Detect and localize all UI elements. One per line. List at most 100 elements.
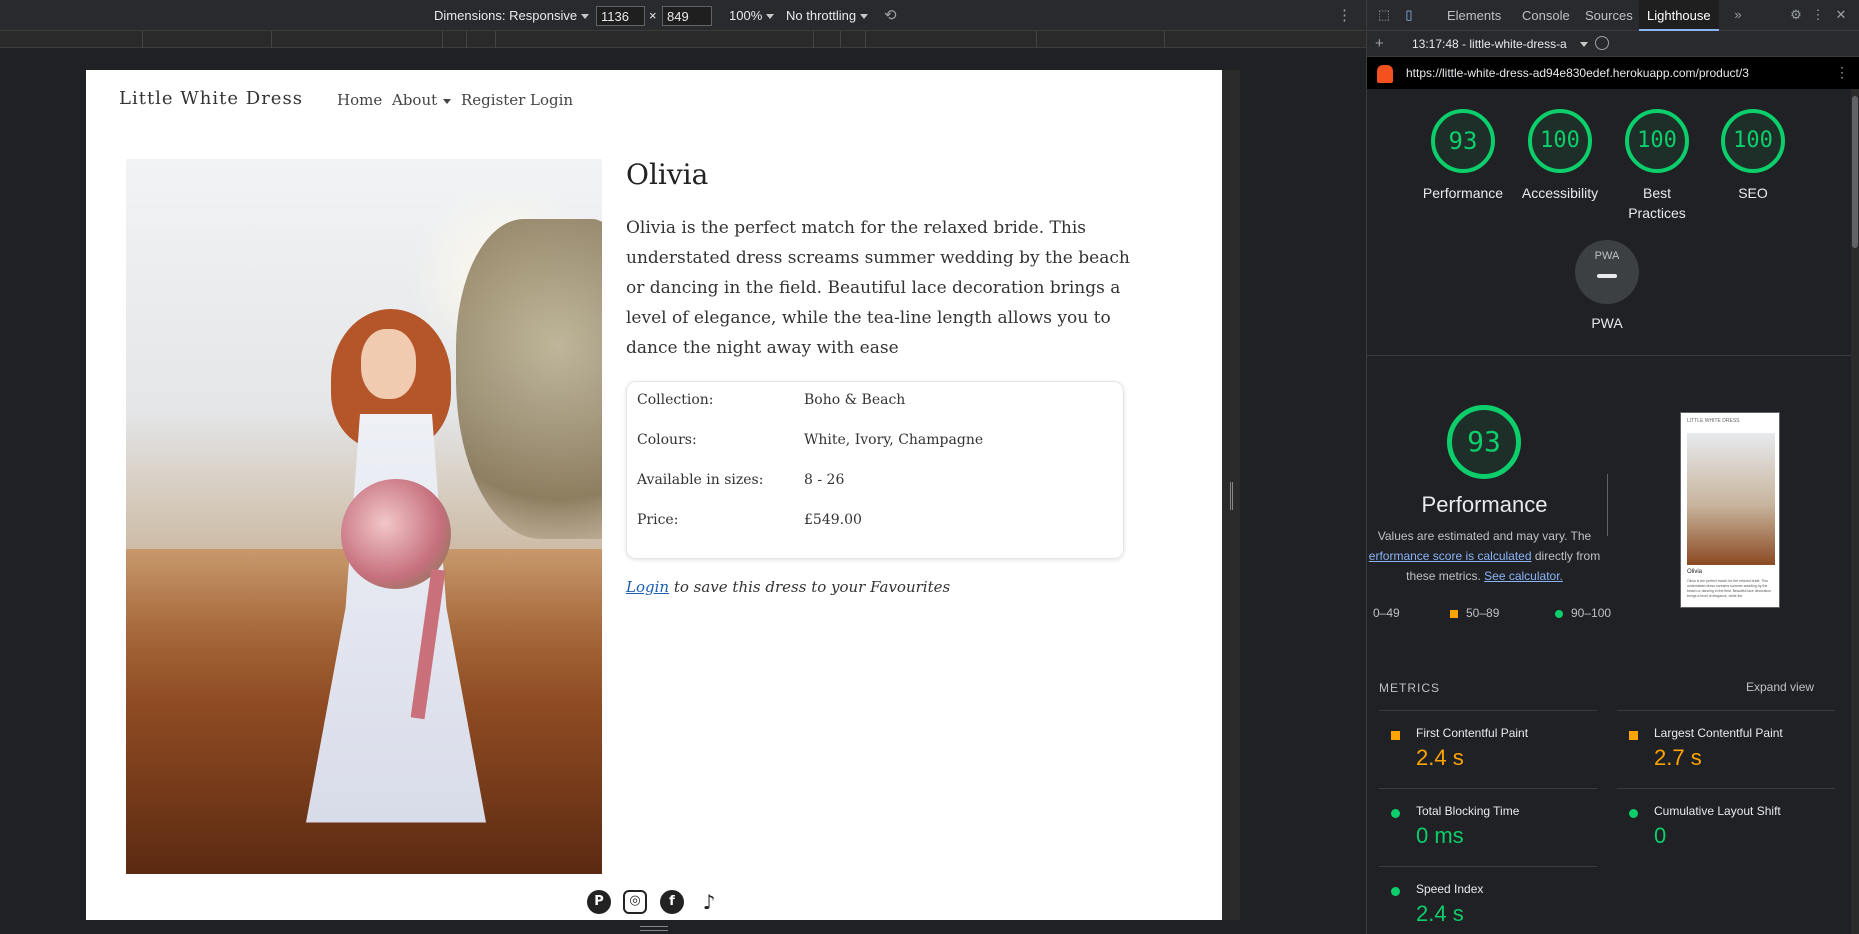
product-spec-card: Collection: Boho & Beach Colours: White,… [626, 381, 1124, 559]
report-url[interactable]: https://little-white-dress-ad94e830edef.… [1406, 66, 1749, 80]
metric-fcp: First Contentful Paint 2.4 s [1379, 710, 1597, 788]
thumbnail-title: Olivia [1687, 569, 1703, 575]
clear-icon[interactable] [1595, 36, 1609, 50]
more-options-icon[interactable]: ⋮ [1337, 6, 1352, 24]
spec-value-price: £549.00 [804, 512, 862, 528]
gear-icon[interactable]: ⚙ [1789, 8, 1803, 22]
chevron-down-icon [860, 14, 869, 20]
site-brand[interactable]: Little White Dress [119, 88, 303, 109]
zoom-dropdown[interactable]: 100% [729, 8, 775, 23]
lighthouse-scrollbar-thumb[interactable] [1852, 96, 1858, 248]
lighthouse-logo-icon [1377, 65, 1393, 83]
score-calculation-link[interactable]: erformance score is calculated [1369, 549, 1532, 563]
height-input[interactable]: 849 [662, 6, 712, 26]
legend-average: 50–89 [1450, 606, 1499, 620]
legend-fail: 0–49 [1373, 606, 1400, 620]
tab-elements[interactable]: Elements [1439, 0, 1509, 31]
chevron-down-icon [766, 14, 775, 20]
score-gauge-accessibility[interactable]: 100 [1528, 109, 1592, 173]
pass-status-icon [1391, 809, 1400, 818]
legend-pass-label: 90–100 [1571, 606, 1612, 620]
pass-status-icon [1391, 887, 1400, 896]
score-label-accessibility: Accessibility [1521, 185, 1599, 201]
more-options-icon[interactable]: ⋮ [1835, 64, 1849, 81]
report-time: 13:17:48 - little-white-dress-a [1412, 37, 1567, 51]
devtools-panel: ⬚ ▯ Elements Console Sources Lighthouse … [1366, 0, 1859, 934]
metric-label: Speed Index [1416, 882, 1484, 896]
spec-label-colours: Colours: [637, 432, 697, 448]
thumbnail-text: Olivia is the perfect match for the rela… [1687, 579, 1772, 598]
page-viewport: Little White Dress Home About Register L… [86, 70, 1222, 920]
nav-home[interactable]: Home [337, 91, 382, 109]
pwa-dash-icon [1597, 274, 1617, 278]
score-label-best-practices: Best Practices [1628, 185, 1686, 221]
chevron-down-icon[interactable] [1580, 42, 1588, 47]
thumbnail-brand: LITTLE WHITE DRESS [1687, 418, 1740, 424]
pwa-badge[interactable]: PWA [1575, 240, 1639, 304]
instagram-icon[interactable]: ◎ [623, 890, 647, 914]
spec-value-collection: Boho & Beach [804, 392, 906, 408]
performance-note: Values are estimated and may vary. The e… [1367, 526, 1602, 586]
throttling-dropdown[interactable]: No throttling [786, 8, 869, 23]
tab-lighthouse[interactable]: Lighthouse [1639, 0, 1719, 31]
nav-login[interactable]: Login [530, 91, 573, 109]
product-title: Olivia [626, 158, 709, 191]
score-gauge-seo[interactable]: 100 [1721, 109, 1785, 173]
chevron-down-icon [581, 14, 590, 20]
zoom-label: 100% [729, 8, 763, 23]
login-link[interactable]: Login [626, 578, 669, 596]
more-tabs-icon[interactable]: » [1731, 8, 1745, 22]
section-divider [1367, 355, 1859, 356]
product-image [126, 159, 602, 874]
average-status-icon [1629, 731, 1638, 740]
tab-console[interactable]: Console [1514, 0, 1578, 31]
times-sign: × [649, 8, 657, 23]
metric-value: 0 [1654, 823, 1667, 848]
see-calculator-link[interactable]: See calculator. [1484, 569, 1563, 583]
tiktok-icon[interactable]: ♪ [697, 890, 721, 914]
metric-value: 2.7 s [1654, 745, 1702, 770]
metric-tbt: Total Blocking Time 0 ms [1379, 788, 1597, 866]
score-gauge-best-practices[interactable]: 100 [1625, 109, 1689, 173]
pass-status-icon [1629, 809, 1638, 818]
metric-speed-index: Speed Index 2.4 s [1379, 866, 1597, 934]
favourites-note: Login to save this dress to your Favouri… [626, 578, 950, 596]
pinterest-icon[interactable]: P [587, 890, 611, 914]
dimensions-dropdown[interactable]: Dimensions: Responsive [434, 8, 590, 23]
facebook-icon[interactable]: f [660, 890, 684, 914]
lighthouse-url-bar: https://little-white-dress-ad94e830edef.… [1367, 57, 1859, 89]
legend-average-label: 50–89 [1466, 606, 1500, 620]
resize-handle-bottom[interactable] [640, 926, 668, 931]
pwa-label: PWA [1591, 315, 1623, 331]
expand-view-button[interactable]: Expand view [1746, 680, 1814, 694]
performance-divider [1607, 474, 1608, 536]
device-toolbar: Dimensions: Responsive 1136 × 849 100% N… [0, 0, 1366, 31]
report-selector[interactable]: 13:17:48 - little-white-dress-a [1412, 37, 1577, 51]
legend-pass: 90–100 [1555, 606, 1611, 620]
nav-register[interactable]: Register [461, 91, 525, 109]
nav-about[interactable]: About [392, 91, 452, 109]
spec-label-sizes: Available in sizes: [637, 472, 764, 488]
width-input[interactable]: 1136 [596, 6, 645, 26]
metric-lcp: Largest Contentful Paint 2.7 s [1617, 710, 1835, 788]
score-label-performance: Performance [1422, 185, 1504, 201]
score-gauge-performance[interactable]: 93 [1431, 109, 1495, 173]
metric-value: 0 ms [1416, 823, 1464, 848]
rotate-icon[interactable]: ⟲ [884, 6, 897, 24]
inspect-icon[interactable]: ⬚ [1377, 8, 1391, 22]
metric-value: 2.4 s [1416, 745, 1464, 770]
metric-value: 2.4 s [1416, 901, 1464, 926]
metric-label: Largest Contentful Paint [1654, 726, 1783, 740]
device-toggle-icon[interactable]: ▯ [1402, 8, 1416, 22]
add-icon[interactable]: + [1375, 35, 1384, 52]
score-label-seo: SEO [1738, 185, 1768, 201]
metric-label: First Contentful Paint [1416, 726, 1529, 740]
more-options-icon[interactable]: ⋮ [1811, 8, 1825, 22]
spec-value-sizes: 8 - 26 [804, 472, 845, 488]
tab-sources[interactable]: Sources [1577, 0, 1641, 31]
resize-handle-right[interactable] [1230, 482, 1233, 510]
final-screenshot-thumbnail[interactable]: LITTLE WHITE DRESS Olivia Olivia is the … [1680, 412, 1780, 608]
close-icon[interactable]: ✕ [1834, 8, 1848, 22]
chevron-down-icon [443, 98, 452, 104]
average-status-icon [1391, 731, 1400, 740]
